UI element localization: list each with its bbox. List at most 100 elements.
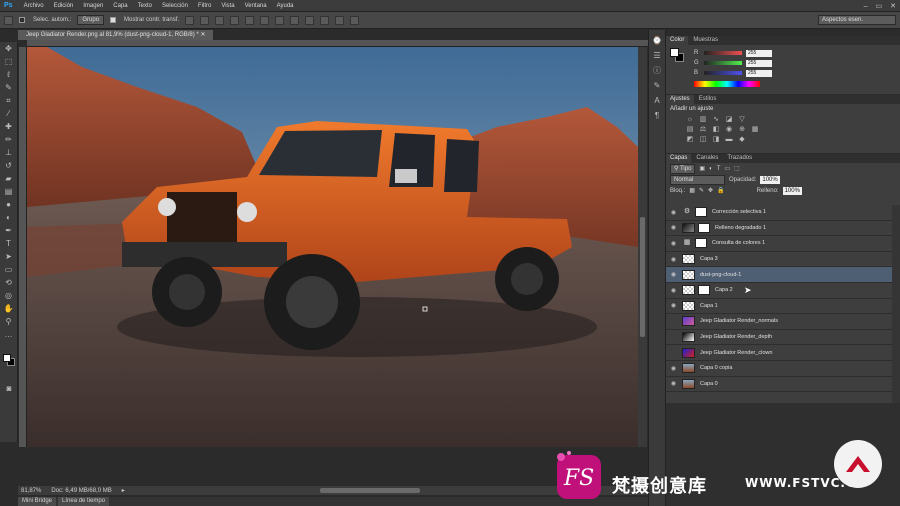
photo-filter-icon[interactable]: ◉	[725, 126, 733, 133]
visibility-eye-icon[interactable]: ◉	[669, 365, 678, 372]
layer-row[interactable]: ◉ Relleno degradado 1	[666, 221, 892, 237]
align-left-icon[interactable]	[230, 15, 240, 25]
distribute-right-icon[interactable]	[350, 15, 360, 25]
filter-adjustment-icon[interactable]: ◐	[709, 166, 713, 172]
layer-row[interactable]: ◉ dust-png-cloud-1	[666, 267, 892, 283]
gradient-tool-icon[interactable]: ▤	[3, 187, 15, 197]
distribute-top-icon[interactable]	[275, 15, 285, 25]
status-arrow-icon[interactable]: ▸	[122, 487, 125, 494]
crop-tool-icon[interactable]: ⌗	[3, 96, 15, 106]
distribute-bottom-icon[interactable]	[305, 15, 315, 25]
visibility-eye-icon[interactable]: ◉	[669, 302, 678, 309]
brush-panel-icon[interactable]: ✎	[652, 81, 662, 90]
layer-row[interactable]: ◉ Capa 0 copia	[666, 361, 892, 377]
move-tool-icon[interactable]: ✥	[3, 44, 15, 54]
lock-position-icon[interactable]: ✥	[708, 187, 713, 194]
distribute-left-icon[interactable]	[320, 15, 330, 25]
color-balance-icon[interactable]: ⚖	[699, 126, 707, 133]
more-tools-icon[interactable]: …	[3, 330, 15, 340]
menu-item[interactable]: Selección	[157, 3, 193, 9]
menu-item[interactable]: Edición	[49, 3, 79, 9]
close-doc-icon[interactable]: ✕	[200, 32, 205, 38]
visibility-eye-icon[interactable]: ◉	[669, 271, 678, 278]
tab-paths[interactable]: Trazados	[723, 154, 756, 163]
layer-row[interactable]: ◉ ⚙ Corrección selectiva 1	[666, 205, 892, 221]
lasso-tool-icon[interactable]: ℓ	[3, 70, 15, 80]
visibility-eye-icon[interactable]: ◉	[669, 287, 678, 294]
lock-pixels-icon[interactable]: ✎	[699, 187, 704, 194]
layer-thumbnail[interactable]	[682, 300, 695, 311]
layers-scrollbar[interactable]	[892, 205, 900, 403]
fill-input[interactable]: 100%	[782, 186, 802, 195]
visibility-eye-icon[interactable]: ◉	[669, 224, 678, 231]
visibility-eye-icon[interactable]: ◉	[669, 209, 678, 216]
document-canvas[interactable]	[27, 47, 638, 447]
layer-thumbnail[interactable]	[682, 285, 695, 296]
visibility-eye-icon[interactable]: ◉	[669, 256, 678, 263]
layer-row[interactable]: ◉ Capa 2	[666, 283, 892, 299]
align-top-icon[interactable]	[185, 15, 195, 25]
layer-thumbnail[interactable]	[682, 347, 695, 358]
menu-item[interactable]: Texto	[133, 3, 157, 9]
black-white-icon[interactable]: ◧	[712, 126, 720, 133]
layer-row[interactable]: ◉ ▦ Consulta de colores 1	[666, 236, 892, 252]
layer-thumbnail[interactable]	[682, 254, 695, 265]
layer-mask-thumbnail[interactable]	[698, 222, 710, 233]
path-selection-tool-icon[interactable]: ➤	[3, 252, 15, 262]
menu-item[interactable]: Ayuda	[272, 3, 299, 9]
opacity-input[interactable]: 100%	[760, 175, 780, 184]
zoom-level[interactable]: 81,87%	[21, 488, 41, 494]
selective-color-icon[interactable]: ◆	[738, 136, 746, 143]
clone-stamp-tool-icon[interactable]: ⊥	[3, 148, 15, 158]
filter-pixel-icon[interactable]: ▣	[699, 165, 705, 172]
menu-item[interactable]: Imagen	[78, 3, 108, 9]
color-value-input[interactable]: 255	[746, 49, 772, 57]
vibrance-icon[interactable]: ▽	[738, 116, 746, 123]
vertical-ruler[interactable]	[19, 47, 27, 447]
threshold-icon[interactable]: ◨	[712, 136, 720, 143]
layer-row[interactable]: Jeep Gladiator Render_normals	[666, 314, 892, 330]
invert-icon[interactable]: ◩	[686, 136, 694, 143]
menu-item[interactable]: Filtro	[193, 3, 216, 9]
filter-shape-icon[interactable]: ▭	[724, 165, 730, 172]
foreground-color-swatch[interactable]	[3, 354, 11, 362]
tab-timeline[interactable]: Línea de tiempo	[58, 497, 110, 506]
shape-tool-icon[interactable]: ▭	[3, 265, 15, 275]
layer-row[interactable]: Jeep Gladiator Render_clown	[666, 345, 892, 361]
align-bottom-icon[interactable]	[215, 15, 225, 25]
levels-icon[interactable]: ▥	[699, 116, 707, 123]
lock-transparent-icon[interactable]: ▦	[689, 187, 695, 194]
horizontal-ruler[interactable]	[27, 40, 649, 47]
color-value-input[interactable]: 255	[746, 59, 772, 67]
healing-brush-tool-icon[interactable]: ✚	[3, 122, 15, 132]
eraser-tool-icon[interactable]: ▰	[3, 174, 15, 184]
menu-item[interactable]: Vista	[216, 3, 239, 9]
character-panel-icon[interactable]: A	[652, 96, 662, 105]
color-slider[interactable]	[704, 61, 742, 65]
color-slider[interactable]	[704, 51, 742, 55]
tab-styles[interactable]: Estilos	[695, 95, 721, 104]
menu-item[interactable]: Archivo	[19, 3, 49, 9]
layer-filter-dropdown[interactable]: ⚲ Tipo	[670, 163, 696, 174]
blur-tool-icon[interactable]: ●	[3, 200, 15, 210]
visibility-eye-icon[interactable]: ◉	[669, 240, 678, 247]
layer-row[interactable]: ◉ Capa 3	[666, 252, 892, 268]
color-spectrum[interactable]	[694, 81, 760, 87]
quick-select-tool-icon[interactable]: ✎	[3, 83, 15, 93]
align-vcenter-icon[interactable]	[200, 15, 210, 25]
canvas-horizontal-scrollbar[interactable]	[320, 488, 420, 493]
menu-item[interactable]: Capa	[108, 3, 132, 9]
layer-thumbnail[interactable]	[682, 222, 695, 233]
quick-mask-icon[interactable]: ◙	[3, 384, 15, 394]
layer-thumbnail[interactable]	[682, 378, 695, 389]
marquee-tool-icon[interactable]: ⬚	[3, 57, 15, 67]
distribute-vcenter-icon[interactable]	[290, 15, 300, 25]
3d-rotate-tool-icon[interactable]: ⟲	[3, 278, 15, 288]
layer-thumbnail[interactable]	[682, 316, 695, 327]
history-panel-icon[interactable]: ⌚	[652, 36, 662, 45]
layer-thumbnail[interactable]	[682, 363, 695, 374]
canvas-vertical-scrollbar[interactable]	[638, 47, 647, 447]
properties-panel-icon[interactable]: ☰	[652, 51, 662, 60]
color-value-input[interactable]: 255	[746, 69, 772, 77]
tab-channels[interactable]: Canales	[692, 154, 722, 163]
